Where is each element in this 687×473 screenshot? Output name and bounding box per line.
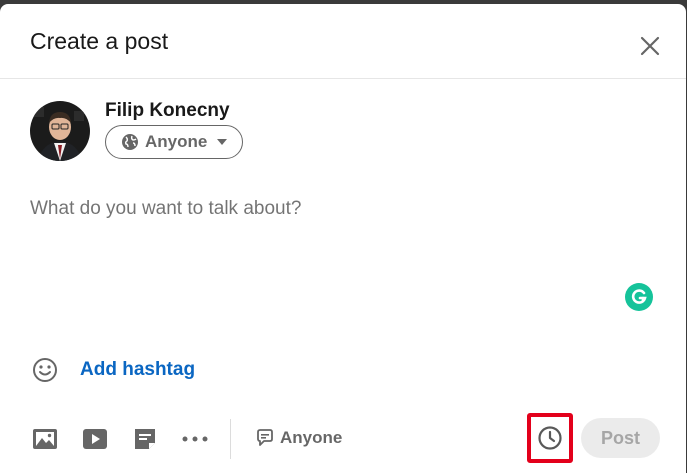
add-hashtag-button[interactable]: Add hashtag (80, 359, 195, 381)
emoji-icon (33, 358, 57, 382)
emoji-button[interactable] (31, 356, 59, 384)
video-icon (83, 429, 107, 449)
more-icon (182, 436, 208, 442)
globe-icon (122, 134, 138, 150)
create-post-dialog: Create a post Filip Konecny Anyone What … (0, 4, 686, 473)
close-icon (640, 36, 660, 56)
dialog-header: Create a post (0, 4, 686, 79)
dialog-title: Create a post (30, 28, 169, 54)
avatar (30, 101, 90, 161)
clock-icon (538, 426, 562, 450)
visibility-label: Anyone (145, 132, 208, 151)
grammarly-icon[interactable] (625, 283, 653, 311)
comment-control-label: Anyone (280, 428, 343, 447)
comment-icon (257, 429, 273, 446)
caret-down-icon (217, 139, 228, 145)
schedule-post-button[interactable] (527, 413, 573, 463)
toolbar-divider (230, 419, 231, 459)
post-button[interactable]: Post (581, 418, 660, 458)
author-name: Filip Konecny (105, 100, 230, 121)
add-document-button[interactable] (130, 424, 160, 454)
more-options-button[interactable] (180, 424, 210, 454)
add-video-button[interactable] (80, 424, 110, 454)
post-text-editor[interactable]: What do you want to talk about? (30, 198, 630, 328)
visibility-selector[interactable]: Anyone (105, 125, 243, 159)
add-photo-button[interactable] (30, 424, 60, 454)
document-icon (135, 429, 155, 449)
photo-icon (33, 429, 57, 449)
comment-control-button[interactable]: Anyone (255, 428, 342, 448)
close-button[interactable] (630, 26, 670, 66)
